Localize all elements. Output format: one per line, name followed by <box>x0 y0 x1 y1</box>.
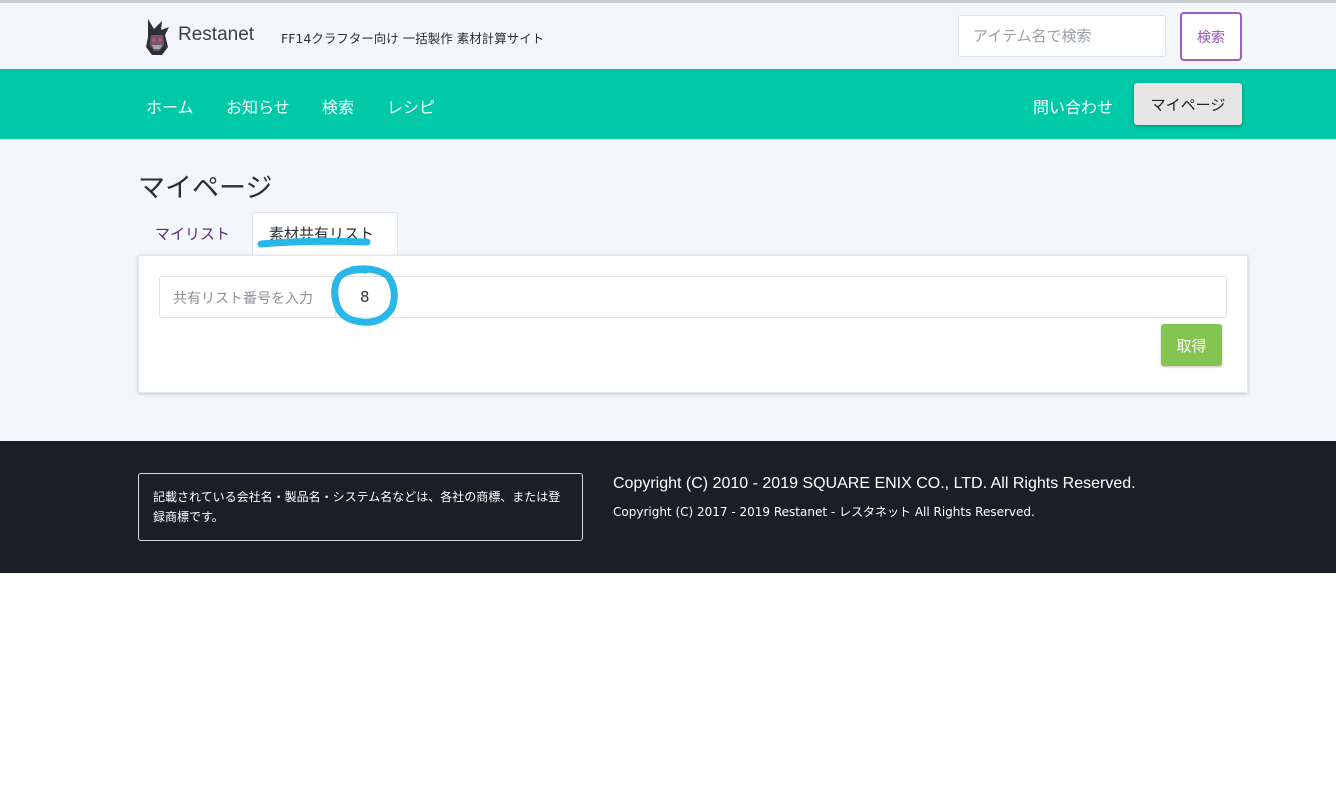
nav-contact[interactable]: 問い合わせ <box>1033 94 1113 118</box>
site-tagline: FF14クラフター向け 一括製作 素材計算サイト <box>281 31 545 46</box>
tab-my-list[interactable]: マイリスト <box>155 223 230 244</box>
copyright-restanet: Copyright (C) 2017 - 2019 Restanet - レスタ… <box>613 505 1035 519</box>
list-number-label: 共有リスト番号を入力 <box>160 277 336 317</box>
list-number-input[interactable] <box>346 277 1206 317</box>
nav-news[interactable]: お知らせ <box>226 94 290 118</box>
site-footer: 記載されている会社名・製品名・システム名などは、各社の商標、または登録商標です。… <box>0 441 1336 573</box>
nav-search[interactable]: 検索 <box>322 94 354 118</box>
copyright-square-enix: Copyright (C) 2010 - 2019 SQUARE ENIX CO… <box>613 475 1136 492</box>
list-number-group: 共有リスト番号を入力 <box>159 276 1227 318</box>
page-title: マイページ <box>138 173 273 204</box>
tab-shared-material-list[interactable]: 素材共有リスト <box>252 212 398 256</box>
mypage-button[interactable]: マイページ <box>1134 83 1242 125</box>
brand-name[interactable]: Restanet <box>178 24 254 46</box>
item-search-input[interactable] <box>958 15 1166 57</box>
main-nav: ホーム お知らせ 検索 レシピ 問い合わせ マイページ <box>0 69 1336 139</box>
logo-icon[interactable] <box>142 17 172 57</box>
main-content: マイページ マイリスト 素材共有リスト 共有リスト番号を入力 取得 <box>0 139 1336 441</box>
nav-home[interactable]: ホーム <box>146 94 194 118</box>
trademark-notice: 記載されている会社名・製品名・システム名などは、各社の商標、または登録商標です。 <box>138 473 583 541</box>
shared-list-panel: 共有リスト番号を入力 取得 <box>138 255 1248 393</box>
get-button[interactable]: 取得 <box>1161 324 1222 366</box>
nav-recipes[interactable]: レシピ <box>387 94 435 118</box>
site-header: Restanet FF14クラフター向け 一括製作 素材計算サイト 検索 <box>0 3 1336 69</box>
search-button[interactable]: 検索 <box>1180 12 1242 61</box>
